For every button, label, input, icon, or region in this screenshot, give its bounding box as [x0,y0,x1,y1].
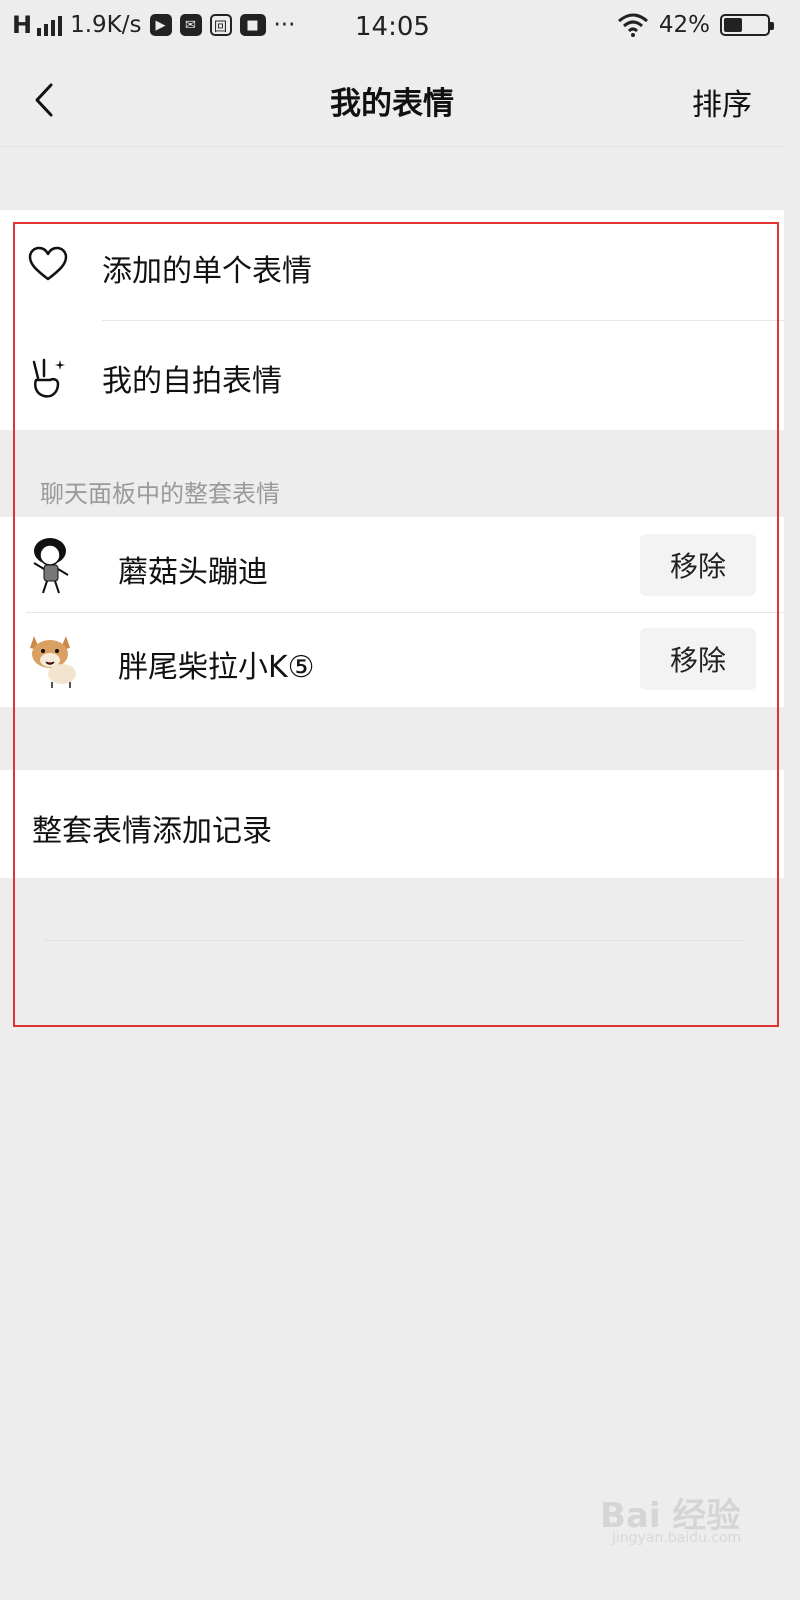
history-label: 整套表情添加记录 [32,814,272,849]
battery-icon [720,14,774,36]
heart-icon [28,246,68,281]
selfie-stickers-label: 我的自拍表情 [102,364,282,399]
play-icon: ▶ [149,14,172,36]
nav-bar: 我的表情 排序 [0,54,784,146]
list-item-selfie-stickers[interactable]: 我的自拍表情 [0,320,784,430]
page-title: 我的表情 [330,86,454,122]
single-stickers-label: 添加的单个表情 [102,254,312,289]
history-section: 整套表情添加记录 [0,770,784,878]
pack-avatar-mushroom [33,538,69,594]
app-icon: 回 [209,14,232,36]
sort-button[interactable]: 排序 [692,80,752,124]
remove-button[interactable]: 移除 [640,628,756,690]
battery-fill [724,18,742,32]
list-item-pack[interactable]: 蘑菇头蹦迪 移除 [0,517,784,612]
battery-percent: 42% [658,12,710,38]
section-header-packs: 聊天面板中的整套表情 [40,480,280,508]
status-right: 42% [617,12,774,38]
mail-icon: ✉ [179,14,202,36]
list-item-history[interactable]: 整套表情添加记录 [0,770,784,878]
watermark-url: jingyan.baidu.com [612,1530,742,1546]
status-left: H 1.9K/s ▶ ✉ 回 ■ ··· [12,12,295,38]
list-item-single-stickers[interactable]: 添加的单个表情 [0,210,784,320]
wifi-icon [617,13,648,37]
single-stickers-section: 添加的单个表情 我的自拍表情 [0,210,784,430]
status-bar: H 1.9K/s ▶ ✉ 回 ■ ··· 14:05 42% [0,0,784,54]
pack-name: 胖尾柴拉小K⑤ [118,650,315,685]
signal-icon: H [12,11,63,39]
pack-avatar-shiba [30,636,76,688]
video-icon: ■ [239,14,266,36]
victory-hand-icon [32,358,65,398]
more-indicator: ··· [273,12,296,38]
clock: 14:05 [355,12,430,42]
sticker-packs-section: 蘑菇头蹦迪 移除 胖尾柴拉小K⑤ 移除 [0,517,784,707]
network-type: H [12,11,33,39]
nav-divider [0,146,784,147]
network-speed: 1.9K/s [70,12,142,38]
remove-button[interactable]: 移除 [640,534,756,596]
pack-name: 蘑菇头蹦迪 [118,555,268,590]
bottom-divider [44,940,744,941]
list-item-pack[interactable]: 胖尾柴拉小K⑤ 移除 [0,612,784,707]
